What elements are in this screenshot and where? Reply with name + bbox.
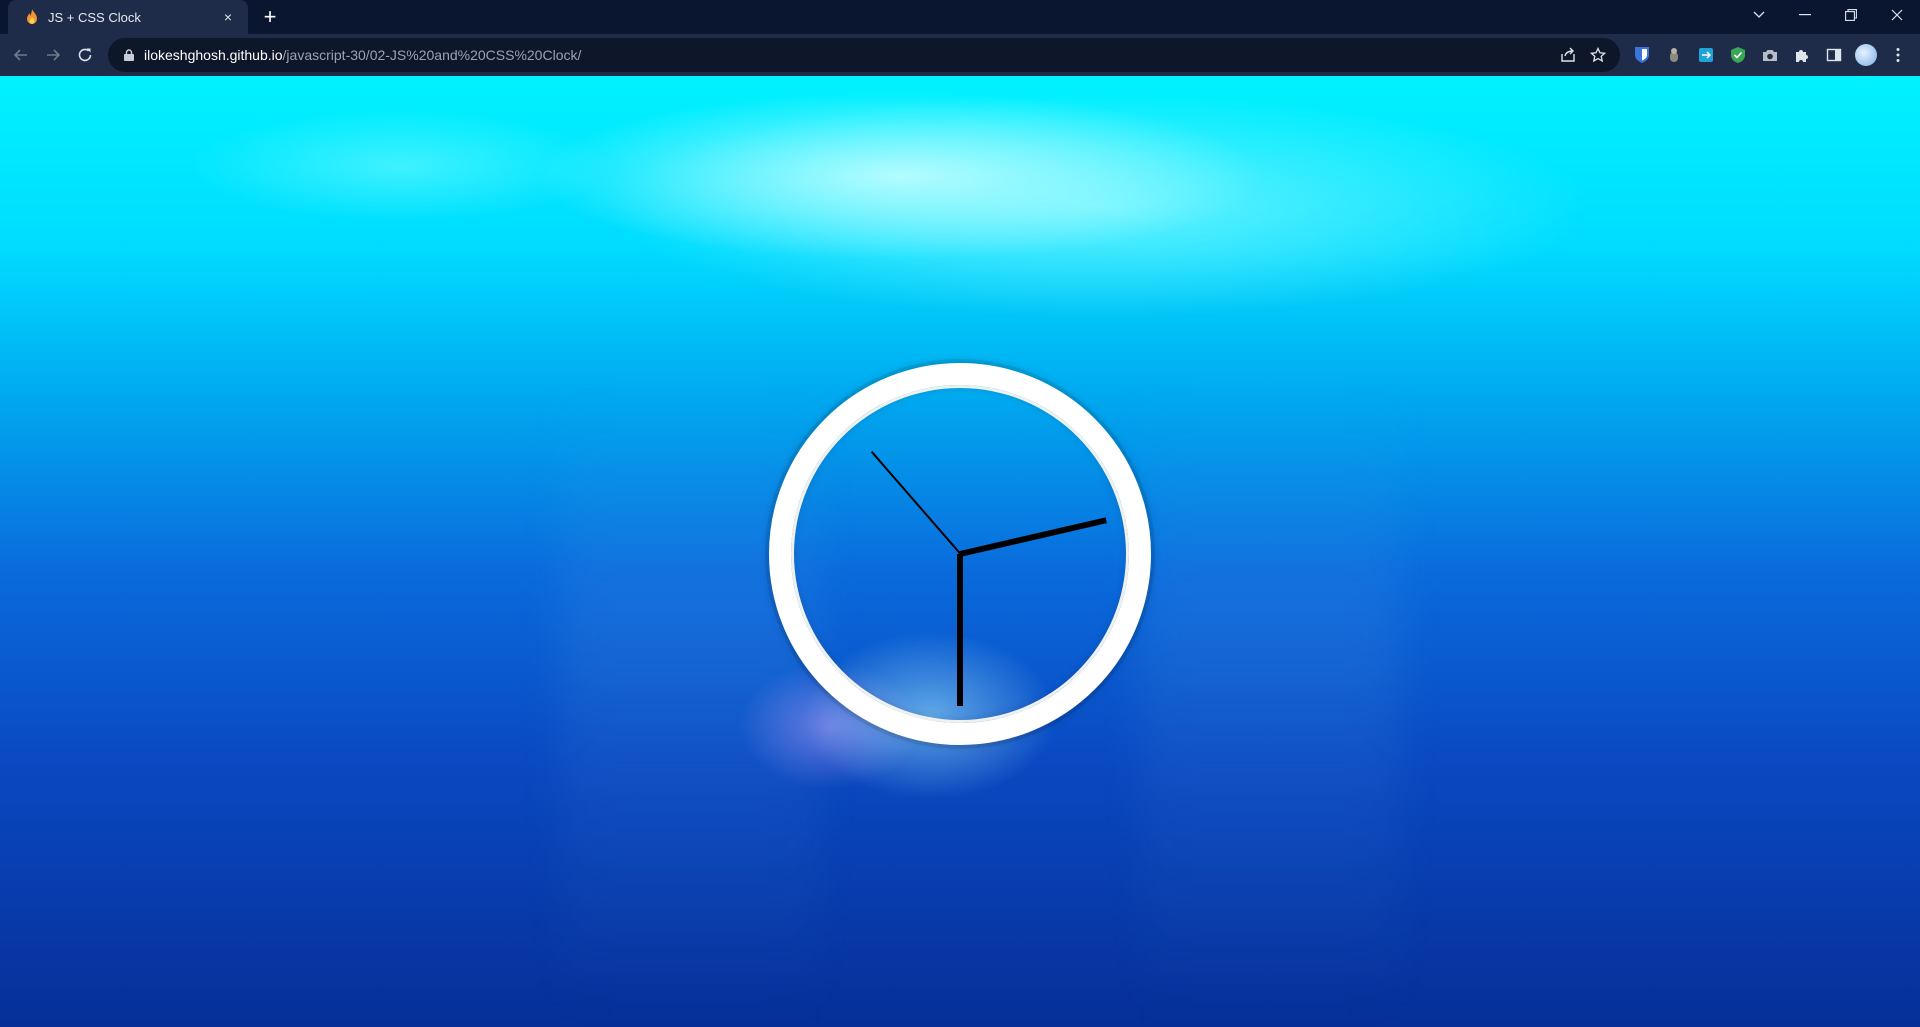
profile-avatar[interactable]: [1854, 43, 1878, 67]
url-path: /javascript-30/02-JS%20and%20CSS%20Clock…: [282, 47, 582, 63]
flame-icon: [24, 9, 40, 25]
second-hand: [870, 451, 961, 555]
bitwarden-icon[interactable]: [1630, 43, 1654, 67]
tab-search-icon[interactable]: [1736, 0, 1782, 30]
tab-close-icon[interactable]: ×: [218, 7, 238, 27]
new-tab-button[interactable]: +: [258, 5, 282, 29]
shield-icon[interactable]: [1726, 43, 1750, 67]
reload-icon[interactable]: [73, 43, 97, 67]
browser-toolbar: ilokeshghosh.github.io/javascript-30/02-…: [0, 34, 1920, 76]
minimize-icon[interactable]: [1782, 0, 1828, 30]
browser-chrome: JS + CSS Clock × + ilokeshghosh.github.i…: [0, 0, 1920, 76]
tab-strip: JS + CSS Clock × +: [0, 0, 1920, 34]
window-controls: [1736, 0, 1920, 34]
extensions-bar: [1630, 43, 1910, 67]
close-window-icon[interactable]: [1874, 0, 1920, 30]
extension-icon[interactable]: [1662, 43, 1686, 67]
star-icon[interactable]: [1588, 45, 1608, 65]
puzzle-icon[interactable]: [1790, 43, 1814, 67]
clock: [769, 363, 1151, 745]
back-arrow-icon[interactable]: [9, 43, 33, 67]
light-shaft: [560, 376, 820, 1027]
light-shaft: [1140, 376, 1400, 1027]
address-bar[interactable]: ilokeshghosh.github.io/javascript-30/02-…: [108, 38, 1620, 72]
side-panel-icon[interactable]: [1822, 43, 1846, 67]
camera-icon[interactable]: [1758, 43, 1782, 67]
page-viewport: [0, 76, 1920, 1027]
hour-hand: [957, 554, 963, 706]
minute-hand: [959, 517, 1107, 557]
restore-icon[interactable]: [1828, 0, 1874, 30]
browser-tab[interactable]: JS + CSS Clock ×: [8, 0, 248, 34]
url-text: ilokeshghosh.github.io/javascript-30/02-…: [144, 47, 581, 63]
menu-icon[interactable]: [1886, 43, 1910, 67]
url-host: ilokeshghosh.github.io: [144, 47, 283, 63]
tab-title: JS + CSS Clock: [48, 9, 141, 25]
clock-face: [791, 385, 1129, 723]
share-icon[interactable]: [1558, 45, 1578, 65]
translate-icon[interactable]: [1694, 43, 1718, 67]
forward-arrow-icon[interactable]: [41, 43, 65, 67]
lock-icon[interactable]: [122, 48, 136, 62]
